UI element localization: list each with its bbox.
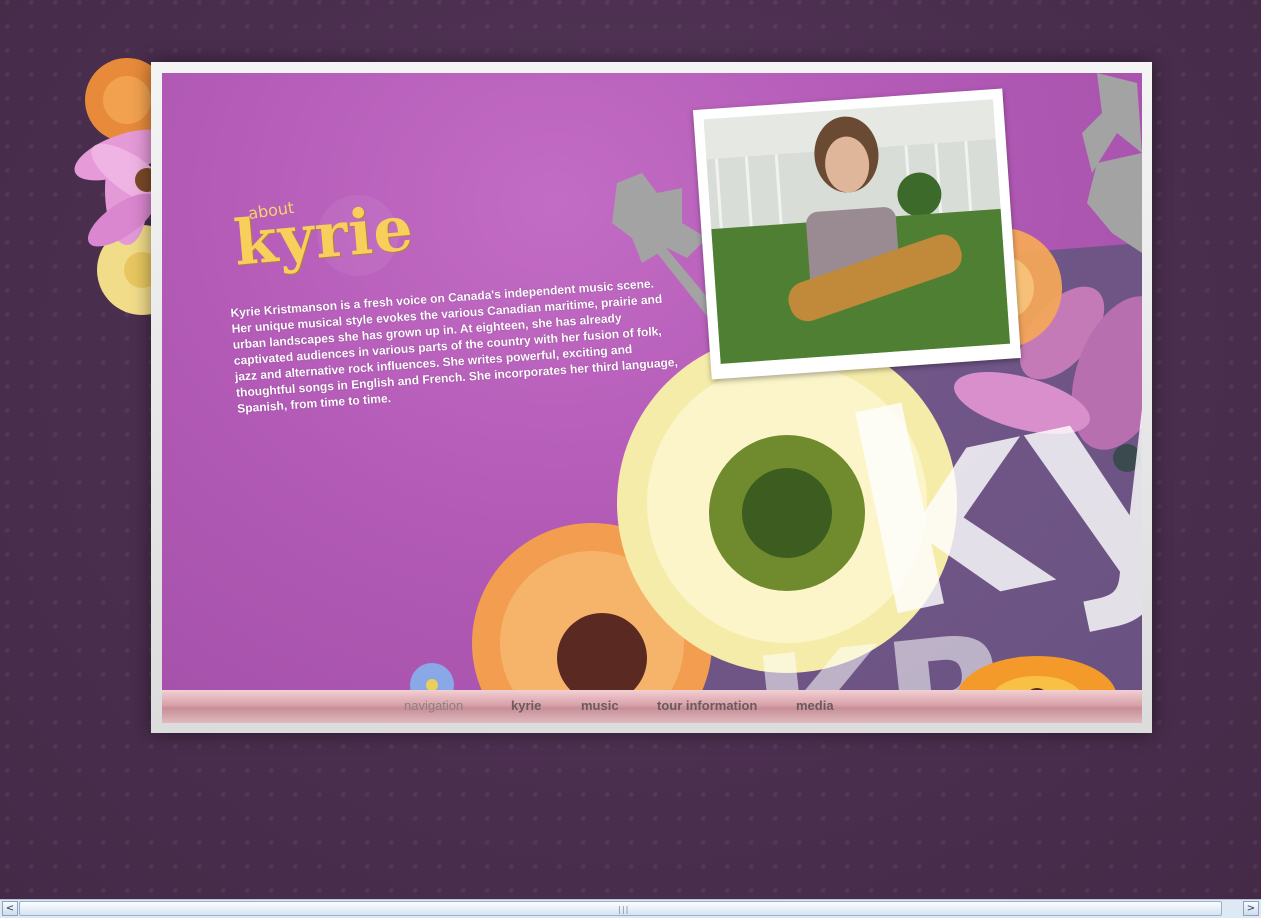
scroll-left-arrow-icon[interactable]: < (2, 901, 18, 916)
navigation-bar: navigation kyrie music tour information … (162, 690, 1142, 723)
nav-item-media[interactable]: media (796, 698, 834, 713)
artist-photo (692, 88, 1022, 380)
scroll-right-arrow-icon[interactable]: > (1243, 901, 1259, 916)
nav-item-music[interactable]: music (581, 698, 619, 713)
horizontal-scrollbar[interactable]: < ||| > (0, 899, 1261, 918)
photo-image (703, 99, 1011, 364)
nav-item-kyrie[interactable]: kyrie (511, 698, 541, 713)
about-panel: about kyrie Kyrie Kristmanson is a fresh… (162, 73, 1142, 723)
photo-scene (706, 116, 1011, 364)
nav-item-tour-information[interactable]: tour information (657, 698, 757, 713)
content-frame: about kyrie Kyrie Kristmanson is a fresh… (151, 62, 1152, 733)
scroll-thumb[interactable]: ||| (19, 901, 1222, 916)
navigation-label: navigation (404, 698, 464, 713)
scroll-grip-icon: ||| (617, 905, 629, 914)
